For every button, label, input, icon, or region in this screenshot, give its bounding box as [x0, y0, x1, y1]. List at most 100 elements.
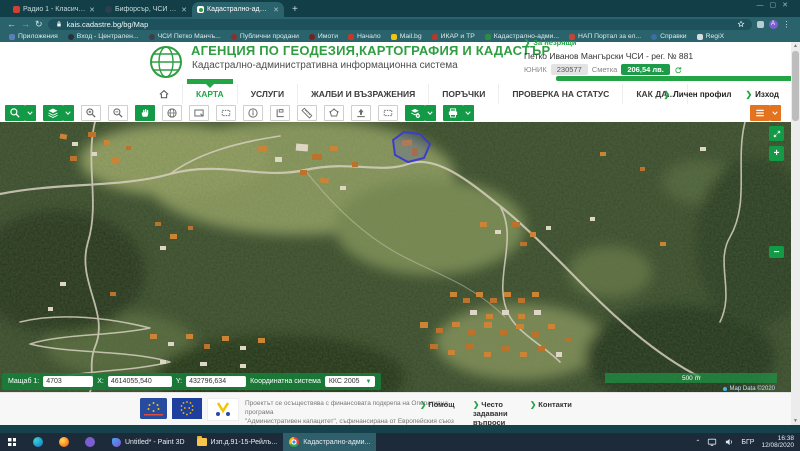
tab-close-icon[interactable]: ✕ [181, 6, 187, 14]
window-controls[interactable]: —▢✕ [757, 1, 794, 9]
taskbar-paint3d[interactable]: Untitled* - Paint 3D [106, 433, 191, 451]
previous-extent-tool-button[interactable] [216, 105, 236, 121]
new-tab-button[interactable]: + [292, 2, 298, 17]
profile-link[interactable]: ❯Личен профил [663, 90, 731, 99]
tray-clock[interactable]: 16:38 12/08/2020 [761, 435, 794, 450]
full-extent-tool-button[interactable] [162, 105, 182, 121]
measure-distance-tool-button[interactable] [297, 105, 317, 121]
x-coordinate-input[interactable] [108, 376, 172, 387]
bookmark-item[interactable]: Начало [348, 33, 381, 40]
start-button[interactable] [4, 433, 20, 451]
map-zoom-in-button[interactable]: + [769, 146, 784, 161]
tray-language[interactable]: БГР [741, 439, 754, 446]
map-zoom-out-button[interactable]: − [769, 246, 784, 258]
scrollbar-thumb[interactable] [792, 51, 799, 121]
page-scrollbar[interactable]: ▲ ▼ [791, 42, 800, 425]
bookmark-item[interactable]: НАП Портал за ел... [569, 33, 641, 40]
tab-zhalbi[interactable]: ЖАЛБИ И ВЪЗРАЖЕНИЯ [297, 84, 428, 104]
contacts-link[interactable]: ❯Контакти [530, 400, 590, 409]
bookmark-label: ЧСИ Петко Манчъ... [158, 33, 221, 40]
logout-link[interactable]: ❯Изход [745, 90, 779, 99]
legend-menu-dropdown[interactable] [770, 105, 781, 121]
zoom-out-tool-button[interactable] [108, 105, 128, 121]
opak-logo [207, 398, 239, 421]
screen: Радио 1 - Класическите хит... ✕ Бифорсър… [0, 0, 800, 451]
zoom-rect-tool-button[interactable] [189, 105, 209, 121]
layers-tool-dropdown[interactable] [63, 105, 74, 121]
forward-icon[interactable]: → [21, 18, 30, 30]
tab-poruchki[interactable]: ПОРЪЧКИ [428, 84, 498, 104]
measure-area-tool-button[interactable] [324, 105, 344, 121]
scroll-up-arrow[interactable]: ▲ [791, 42, 800, 50]
bookmark-star-icon[interactable] [737, 20, 745, 28]
main-nav: КАРТА УСЛУГИ ЖАЛБИ И ВЪЗРАЖЕНИЯ ПОРЪЧКИ … [0, 84, 791, 105]
tray-chevron-icon[interactable]: ⌃ [695, 439, 700, 446]
tab-close-icon[interactable]: ✕ [89, 6, 95, 14]
pan-tool-button-active[interactable] [135, 105, 155, 121]
tab-radio[interactable]: Радио 1 - Класическите хит... ✕ [8, 2, 100, 17]
upload-tool-button[interactable] [351, 105, 371, 121]
bookmark-favicon [391, 34, 397, 40]
tab-karta[interactable]: КАРТА [182, 84, 237, 104]
accessibility-link[interactable]: ❯За незрящи [524, 38, 576, 47]
print-tool-dropdown[interactable] [463, 105, 474, 121]
print-tool-button[interactable] [443, 105, 463, 121]
layers-tool-button[interactable] [43, 105, 63, 121]
eu-flag-logo [172, 398, 202, 419]
extension-icon[interactable] [757, 21, 764, 28]
tab-kais-active[interactable]: Кадастрално-административн... ✕ [192, 2, 284, 17]
crs-label: Координатна система [250, 378, 321, 385]
bookmark-item[interactable]: Имоти [309, 33, 338, 40]
bookmark-item[interactable]: Приложения [9, 33, 58, 40]
info-tool-button[interactable] [243, 105, 263, 121]
back-icon[interactable]: ← [7, 18, 16, 30]
bookmark-item[interactable]: Mail.bg [391, 33, 422, 40]
map-viewport[interactable]: + − Мащаб 1: X: Y: Координатна система К… [0, 122, 791, 392]
map-toolbar [0, 104, 791, 122]
bookmark-item[interactable]: ЧСИ Петко Манчъ... [149, 33, 221, 40]
bookmark-item[interactable]: Вход - Централен... [68, 33, 139, 40]
tray-speaker-icon[interactable] [724, 437, 734, 447]
tab-uslugi[interactable]: УСЛУГИ [237, 84, 297, 104]
tab-close-icon[interactable]: ✕ [273, 6, 279, 14]
combined-services-button[interactable] [405, 105, 425, 121]
fullscreen-button[interactable] [769, 126, 784, 141]
user-name: Петко Иванов Мангърски ЧСИ - рег. № 881 [524, 51, 693, 61]
taskbar-folder[interactable]: Изп.д.91-15-Рейлъ... [191, 433, 284, 451]
select-tool-button[interactable] [378, 105, 398, 121]
tab-proverka-status[interactable]: ПРОВЕРКА НА СТАТУС [498, 84, 622, 104]
faq-link[interactable]: ❯Често задавани въпроси [473, 400, 533, 427]
bookmark-favicon [231, 34, 237, 40]
scale-input[interactable] [43, 376, 93, 387]
browser-menu-icon[interactable]: ⋮ [783, 20, 791, 29]
profile-avatar[interactable]: A [769, 20, 778, 29]
bookmark-item[interactable]: Справки [651, 33, 687, 40]
bookmark-item[interactable]: Публични продани [231, 33, 299, 40]
bookmark-item[interactable]: RegiX [697, 33, 725, 40]
firefox-icon[interactable] [56, 433, 72, 451]
zoom-in-tool-button[interactable] [81, 105, 101, 121]
coordinates-tool-button[interactable] [270, 105, 290, 121]
scroll-down-arrow[interactable]: ▼ [791, 417, 800, 425]
help-link[interactable]: ❯Помощ [420, 400, 480, 409]
browser-tab-bar: Радио 1 - Класическите хит... ✕ Бифорсър… [0, 0, 800, 17]
viber-icon[interactable] [82, 433, 98, 451]
url-bar[interactable]: kais.cadastre.bg/bg/Map [48, 19, 752, 30]
tab-favicon [197, 6, 204, 13]
y-coordinate-input[interactable] [186, 376, 246, 387]
taskbar-chrome-active[interactable]: Кадастрално-адми... [283, 433, 376, 451]
legend-menu-button[interactable] [750, 105, 770, 121]
combined-services-dropdown[interactable] [425, 105, 436, 121]
edge-icon[interactable] [30, 433, 46, 451]
bookmark-favicon [432, 34, 438, 40]
tab-bailiff[interactable]: Бифорсър, ЧСИ Петко Манчър... ✕ [100, 2, 192, 17]
home-icon[interactable] [158, 88, 170, 100]
crs-select[interactable]: ККС 2005▼ [325, 376, 376, 387]
page-bottom-strip [0, 425, 800, 433]
reload-icon[interactable]: ↻ [35, 18, 43, 30]
tray-monitor-icon[interactable] [707, 437, 717, 447]
refresh-balance-icon[interactable] [674, 66, 682, 74]
search-tool-dropdown[interactable] [25, 105, 36, 121]
bookmark-item[interactable]: ИКАР и ТР [432, 33, 475, 40]
search-tool-button[interactable] [5, 105, 25, 121]
